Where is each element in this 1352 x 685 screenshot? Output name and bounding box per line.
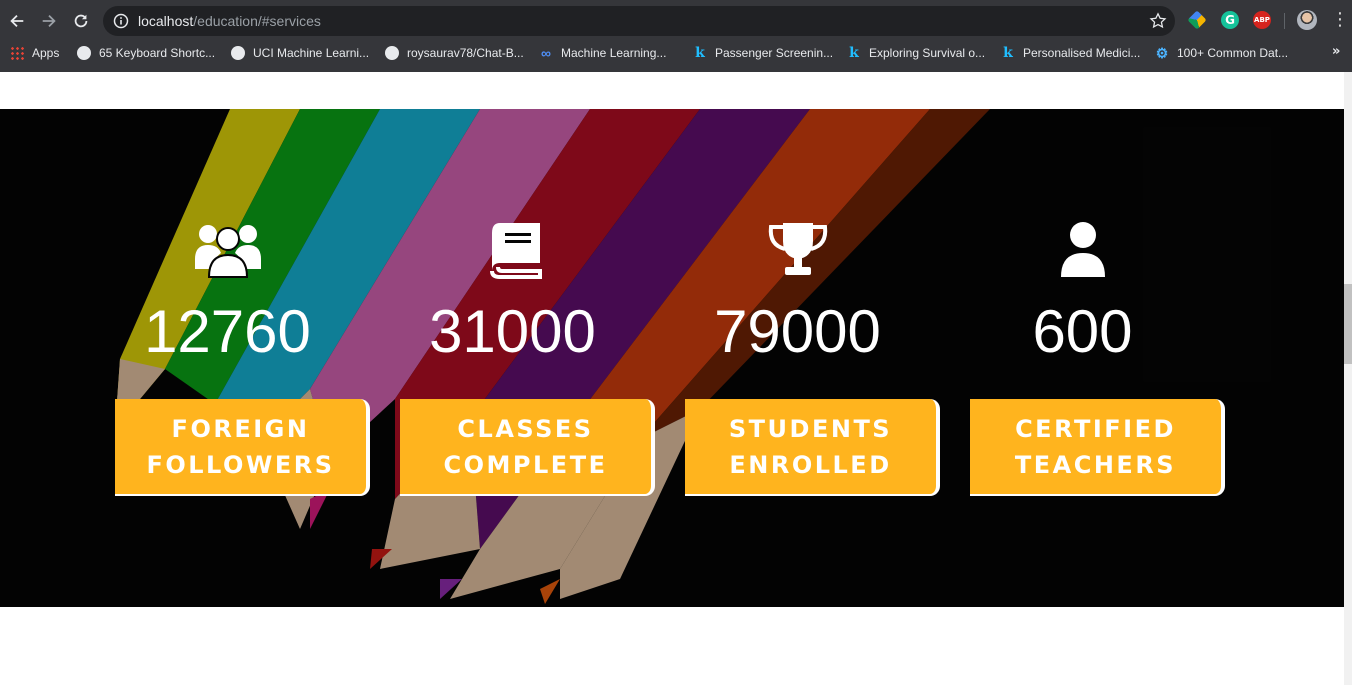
kaggle-icon: k (849, 45, 859, 61)
reload-icon (74, 14, 88, 28)
stat-label-line1: STUDENTS (728, 414, 893, 443)
stat-value: 12760 (144, 298, 311, 365)
forward-arrow-icon (42, 14, 56, 28)
stat-label-line1: FOREIGN (171, 414, 310, 443)
page-viewport: 12760 FOREIGN FOLLOWERS 31000 CLASSES CO… (0, 72, 1352, 685)
browser-menu-icon[interactable]: ⋮ (1331, 11, 1349, 31)
kaggle-icon: k (1003, 45, 1013, 61)
stat-value: 600 (1032, 298, 1133, 365)
bookmark-label: Machine Learning... (561, 46, 667, 60)
url-path: /education/#services (193, 13, 321, 29)
bookmarks-overflow-icon[interactable]: » (1332, 44, 1340, 59)
github-icon (385, 46, 399, 60)
certified-teachers-button[interactable]: CERTIFIED TEACHERS (970, 399, 1225, 496)
bookmark-personalised-medicine[interactable]: k Personalised Medici... (1001, 44, 1140, 62)
stat-value: 79000 (714, 298, 881, 365)
apps-grid-icon (10, 46, 24, 60)
students-enrolled-button[interactable]: STUDENTS ENROLLED (685, 399, 940, 496)
bookmark-keyboard-shortcuts[interactable]: 65 Keyboard Shortc... (77, 44, 215, 62)
bookmark-label: Personalised Medici... (1023, 46, 1141, 60)
reload-button[interactable] (68, 8, 94, 34)
bookmark-apps[interactable]: Apps (10, 44, 59, 62)
foreign-followers-button[interactable]: FOREIGN FOLLOWERS (115, 399, 370, 496)
bookmark-label: 100+ Common Dat... (1177, 46, 1289, 60)
stat-students-enrolled: 79000 STUDENTS ENROLLED (670, 219, 940, 499)
globe-icon (231, 46, 245, 60)
browser-toolbar: localhost/education/#services G ABP ⋮ (0, 0, 1352, 42)
classes-complete-button[interactable]: CLASSES COMPLETE (400, 399, 655, 496)
address-bar[interactable]: localhost/education/#services (103, 6, 1175, 36)
stats-row: 12760 FOREIGN FOLLOWERS 31000 CLASSES CO… (100, 219, 1240, 499)
stat-classes-complete: 31000 CLASSES COMPLETE (385, 219, 655, 499)
bookmark-github[interactable]: roysaurav78/Chat-B... (385, 44, 524, 62)
trophy-icon (768, 223, 827, 275)
bookmark-uci[interactable]: UCI Machine Learni... (231, 44, 369, 62)
user-icon (1060, 222, 1105, 277)
page-scrollbar[interactable] (1344, 72, 1352, 685)
infinity-icon: ∞ (541, 45, 551, 61)
stat-label-line2: TEACHERS (1014, 450, 1177, 479)
profile-avatar[interactable] (1297, 10, 1317, 30)
back-arrow-icon (10, 14, 24, 28)
scrollbar-thumb[interactable] (1344, 284, 1352, 364)
url-host: localhost (138, 13, 194, 29)
stat-label-line1: CERTIFIED (1015, 414, 1176, 443)
gear-icon: ⚙ (1155, 44, 1169, 61)
globe-icon (77, 46, 91, 60)
kaggle-icon: k (695, 45, 705, 61)
bookmark-passenger-screening[interactable]: k Passenger Screenin... (693, 44, 833, 62)
bookmark-label: 65 Keyboard Shortc... (99, 46, 216, 60)
bookmarks-bar: Apps 65 Keyboard Shortc... UCI Machine L… (0, 42, 1352, 64)
book-icon (489, 223, 542, 279)
info-icon[interactable] (113, 13, 129, 29)
bookmark-label: Passenger Screenin... (715, 46, 834, 60)
browser-chrome: localhost/education/#services G ABP ⋮ Ap… (0, 0, 1352, 72)
bookmark-label: UCI Machine Learni... (253, 46, 370, 60)
bookmark-machine-learning[interactable]: ∞ Machine Learning... (539, 44, 666, 62)
bookmark-label: Exploring Survival o... (869, 46, 986, 60)
stat-label-line1: CLASSES (457, 414, 594, 443)
bookmark-star-icon[interactable] (1149, 12, 1167, 30)
bookmark-label: Apps (32, 46, 60, 60)
drive-extension-icon[interactable] (1187, 10, 1207, 30)
back-button[interactable] (4, 8, 30, 34)
toolbar-divider (1284, 13, 1285, 29)
stats-section: 12760 FOREIGN FOLLOWERS 31000 CLASSES CO… (0, 109, 1344, 607)
forward-button[interactable] (36, 8, 62, 34)
bookmark-exploring-survival[interactable]: k Exploring Survival o... (847, 44, 985, 62)
grammarly-extension-icon[interactable]: G (1221, 11, 1239, 29)
stat-label-line2: COMPLETE (443, 450, 608, 479)
stat-foreign-followers: 12760 FOREIGN FOLLOWERS (100, 219, 370, 499)
adblock-extension-icon[interactable]: ABP (1253, 11, 1271, 29)
bookmark-label: roysaurav78/Chat-B... (407, 46, 524, 60)
bookmark-common-data[interactable]: ⚙ 100+ Common Dat... (1155, 44, 1288, 62)
stat-label-line2: ENROLLED (729, 450, 892, 479)
stat-label-line2: FOLLOWERS (146, 450, 335, 479)
stat-value: 31000 (429, 298, 596, 365)
users-icon (194, 225, 261, 278)
stat-certified-teachers: 600 CERTIFIED TEACHERS (955, 219, 1225, 499)
url-text[interactable]: localhost/education/#services (138, 13, 321, 29)
